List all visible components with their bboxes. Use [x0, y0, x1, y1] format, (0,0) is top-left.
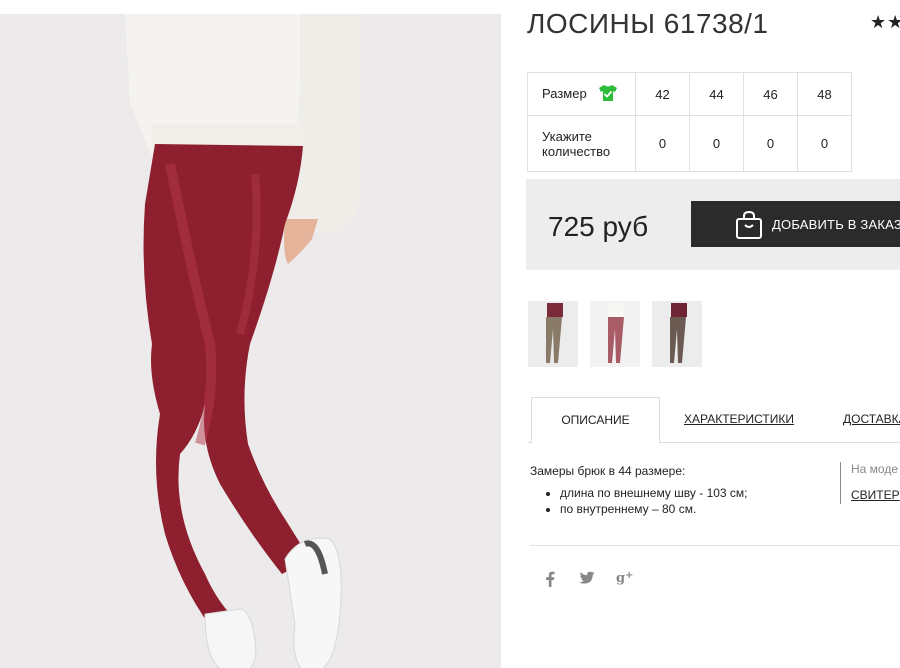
thumbnail-2[interactable] [590, 301, 640, 367]
size-label: Размер [542, 85, 587, 101]
google-plus-icon[interactable]: g + [616, 569, 636, 588]
description-intro: Замеры брюк в 44 размере: [530, 464, 686, 478]
rating-stars[interactable]: ★★ [870, 12, 900, 33]
size-cell[interactable]: 42 [635, 72, 690, 116]
quantity-input[interactable]: 0 [797, 115, 852, 172]
quantity-label: Укажите количество [527, 115, 636, 172]
shopping-bag-icon [735, 210, 763, 243]
quantity-input[interactable]: 0 [689, 115, 744, 172]
size-row: Размер 42 44 46 48 [527, 72, 852, 116]
quantity-row: Укажите количество 0 0 0 0 [527, 115, 852, 172]
twitter-icon[interactable] [579, 571, 595, 588]
size-label-cell: Размер [527, 72, 636, 116]
facebook-icon[interactable] [545, 571, 555, 590]
price-panel: 725 руб ДОБАВИТЬ В ЗАКАЗ [526, 179, 900, 270]
leggings-photo-illustration [0, 14, 501, 668]
quantity-input[interactable]: 0 [743, 115, 798, 172]
add-to-order-button[interactable]: ДОБАВИТЬ В ЗАКАЗ [691, 201, 900, 247]
size-cell[interactable]: 44 [689, 72, 744, 116]
svg-text:g: g [616, 571, 625, 585]
product-main-photo[interactable] [0, 14, 501, 668]
thumbnail-3[interactable] [652, 301, 702, 367]
tab-characteristics[interactable]: ХАРАКТЕРИСТИКИ [684, 397, 794, 441]
list-item: по внутреннему – 80 см. [560, 501, 748, 517]
description-panel: Замеры брюк в 44 размере: длина по внешн… [530, 464, 748, 517]
tshirt-check-icon[interactable] [598, 84, 618, 105]
model-label: На моде [851, 462, 899, 476]
product-tabs: ОПИСАНИЕ ХАРАКТЕРИСТИКИ ДОСТАВКА [528, 397, 900, 444]
price: 725 руб [548, 211, 649, 242]
tab-description[interactable]: ОПИСАНИЕ [531, 397, 660, 444]
svg-text:+: + [625, 570, 633, 581]
divider [530, 545, 900, 546]
quantity-input[interactable]: 0 [635, 115, 690, 172]
size-quantity-table: Размер 42 44 46 48 Укажите количество 0 … [527, 72, 852, 172]
tab-delivery[interactable]: ДОСТАВКА [843, 397, 900, 441]
add-to-order-label: ДОБАВИТЬ В ЗАКАЗ [772, 217, 900, 232]
thumbnail-1[interactable] [528, 301, 578, 367]
model-info: На моде СВИТЕР [840, 462, 900, 504]
size-cell[interactable]: 46 [743, 72, 798, 116]
product-title: ЛОСИНЫ 61738/1 [527, 8, 769, 39]
model-item-link[interactable]: СВИТЕР [851, 488, 900, 502]
size-cell[interactable]: 48 [797, 72, 852, 116]
list-item: длина по внешнему шву - 103 см; [560, 485, 748, 501]
description-list: длина по внешнему шву - 103 см; по внутр… [530, 485, 748, 517]
